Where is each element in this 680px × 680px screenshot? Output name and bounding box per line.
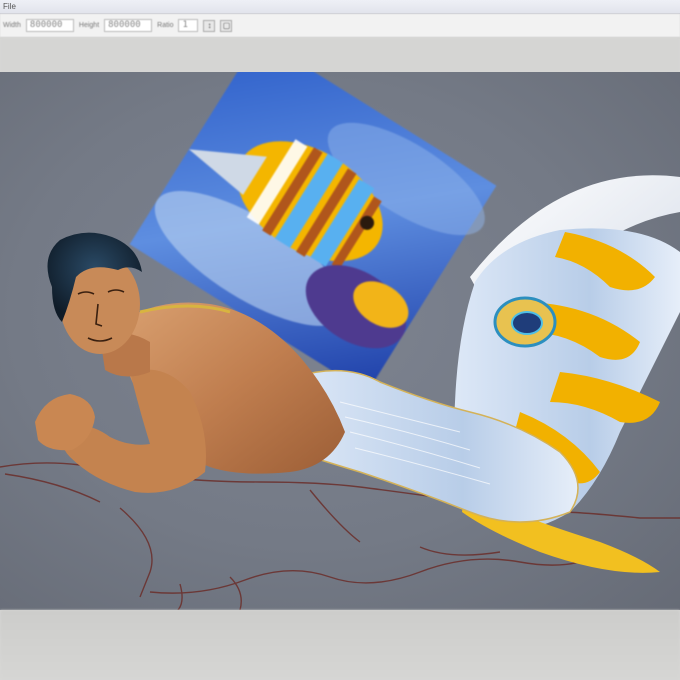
window-frame-top bbox=[0, 38, 680, 72]
artwork bbox=[0, 72, 680, 610]
square-icon[interactable]: ▢ bbox=[220, 19, 233, 32]
ratio-field[interactable]: 1 bbox=[178, 19, 199, 32]
drawing-canvas[interactable] bbox=[0, 72, 680, 610]
window-frame-bottom bbox=[0, 610, 680, 680]
width-field[interactable]: 800000 bbox=[25, 19, 74, 32]
menu-file[interactable]: File bbox=[3, 2, 16, 11]
tool-options-bar: Width 800000 Height 800000 Ratio 1 ↕ ▢ bbox=[0, 14, 680, 38]
swap-icon[interactable]: ↕ bbox=[203, 19, 216, 32]
menu-bar: File bbox=[0, 0, 680, 14]
height-field[interactable]: 800000 bbox=[104, 19, 153, 32]
ratio-label: Ratio bbox=[157, 22, 174, 29]
width-label: Width bbox=[3, 22, 21, 29]
height-label: Height bbox=[78, 22, 100, 29]
